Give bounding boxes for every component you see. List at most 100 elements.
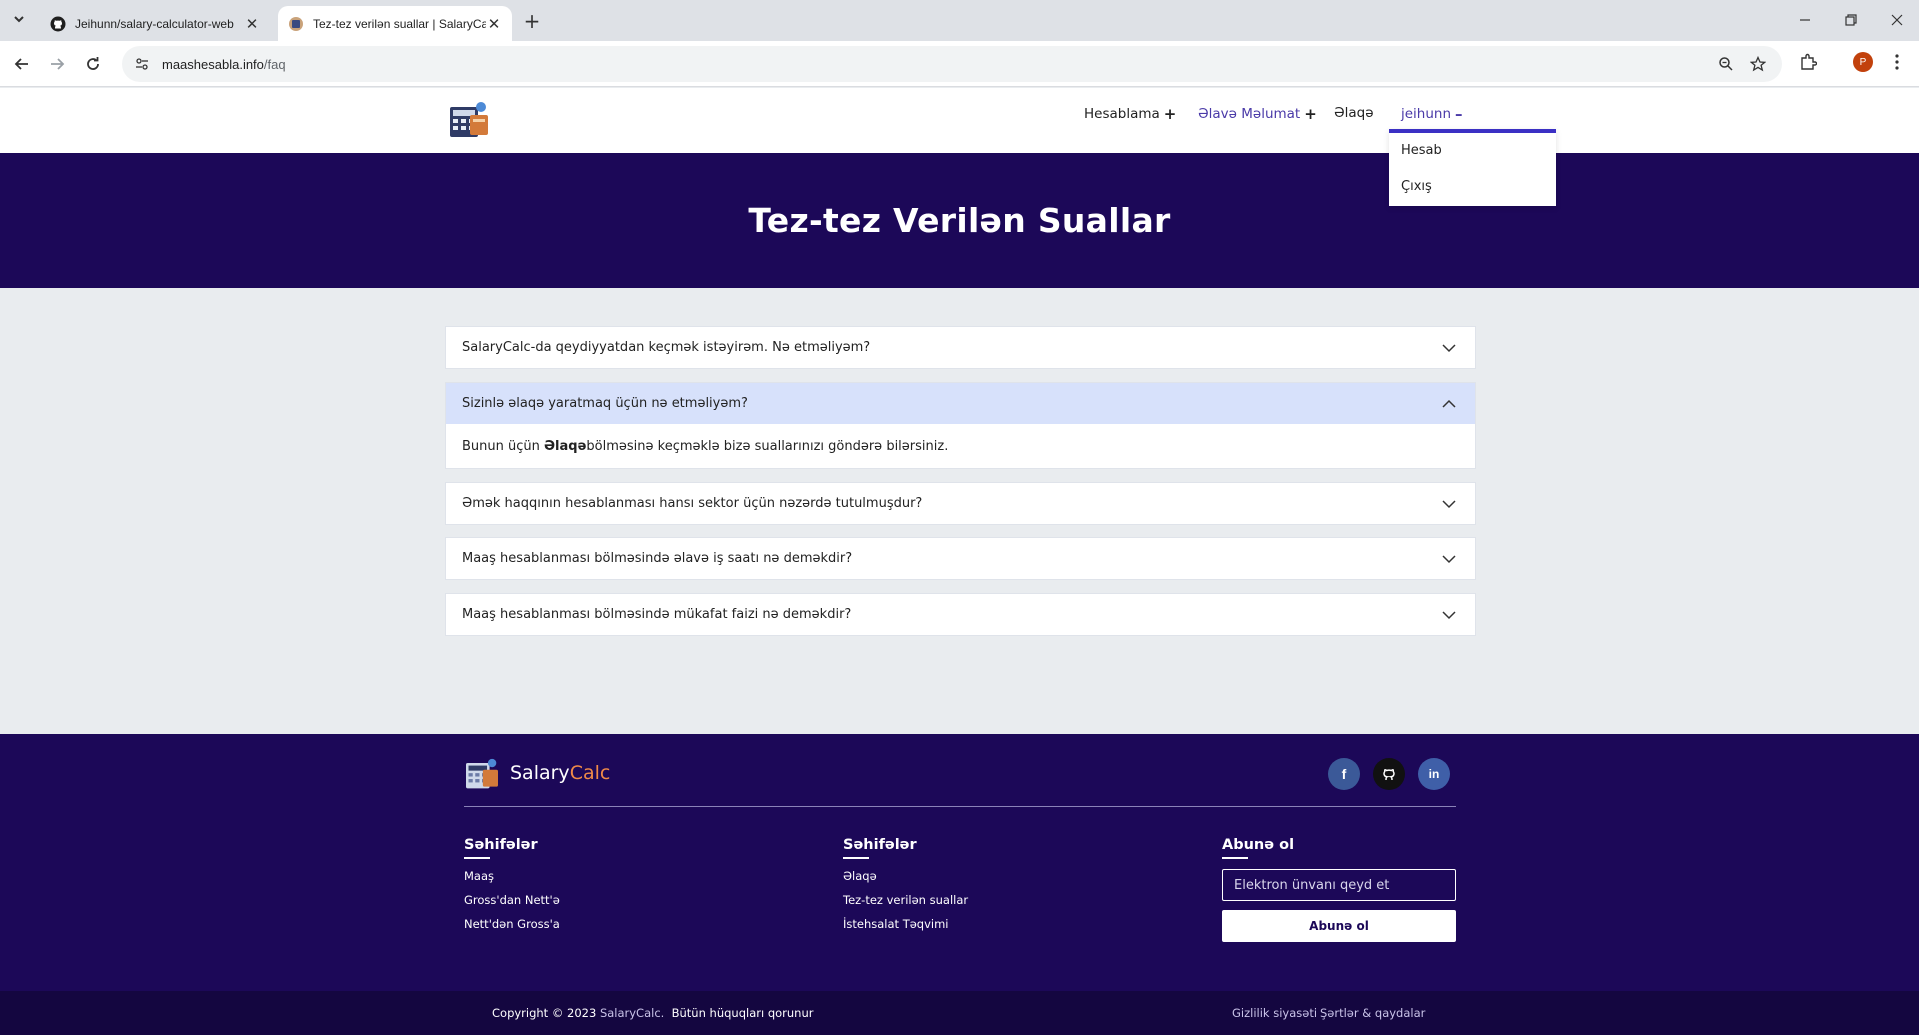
copyright-text: Copyright © 2023 SalaryCalc. Bütün hüquq… [492, 1006, 814, 1020]
browser-menu-icon[interactable] [1885, 50, 1909, 74]
faq-question[interactable]: Maaş hesablanması bölməsində mükafat fai… [446, 594, 1475, 635]
footer-link-nett-gross[interactable]: Nett'dən Gross'a [464, 917, 560, 931]
answer-text: bölməsinə keçməklə bizə suallarınızı gön… [586, 438, 949, 454]
tab-search-button[interactable] [7, 7, 31, 31]
arrow-right-icon [51, 58, 65, 70]
nav-hesablama[interactable]: Hesablama + [1084, 105, 1176, 123]
faq-question-text: SalaryCalc-da qeydiyyatdan keçmək istəyi… [462, 340, 871, 355]
profile-avatar[interactable]: P [1851, 50, 1875, 74]
browser-tab-strip: Jeihunn/salary-calculator-web ✕ Tez-tez … [0, 0, 1919, 41]
footer-divider [464, 806, 1456, 807]
chevron-down-icon [1442, 500, 1456, 509]
page-title: Tez-tez Verilən Suallar [748, 201, 1171, 240]
nav-elaqe[interactable]: Əlaqə [1334, 105, 1374, 121]
back-button[interactable] [8, 50, 36, 78]
chevron-down-icon [1442, 611, 1456, 620]
bookmark-star-icon[interactable] [1748, 54, 1768, 74]
footer-link-gross-nett[interactable]: Gross'dan Nett'ə [464, 893, 560, 907]
hero-banner: Tez-tez Verilən Suallar [0, 153, 1919, 288]
faq-question-text: Əmək haqqının hesablanması hansı sektor … [462, 496, 923, 511]
brand-salary: Salary [510, 762, 570, 784]
site-info-icon[interactable] [132, 54, 152, 74]
new-tab-button[interactable]: + [520, 9, 544, 33]
nav-label: Əlaqə [1334, 105, 1374, 121]
site-header: Hesablama + Əlavə Məlumat + Əlaqə jeihun… [0, 88, 1919, 153]
facebook-icon[interactable]: f [1328, 758, 1360, 790]
footer-link-elaqe[interactable]: Əlaqə [843, 869, 877, 883]
url-host: maashesabla.info [162, 56, 264, 72]
answer-text: Bunun üçün [462, 438, 540, 454]
arrow-left-icon [14, 58, 28, 70]
privacy-link[interactable]: Gizlilik siyasəti [1232, 1006, 1317, 1020]
footer-col1-heading: Səhifələr [464, 837, 538, 859]
extensions-icon[interactable] [1796, 50, 1820, 74]
subscribe-heading: Abunə ol [1222, 837, 1295, 859]
tab-close-icon[interactable]: ✕ [486, 16, 502, 33]
github-icon[interactable] [1373, 758, 1405, 790]
faq-question[interactable]: SalaryCalc-da qeydiyyatdan keçmək istəyi… [446, 327, 1475, 368]
faq-item: Əmək haqqının hesablanması hansı sektor … [445, 482, 1476, 525]
faq-question-text: Maaş hesablanması bölməsində mükafat fai… [462, 607, 852, 622]
profile-initial: P [1853, 52, 1873, 72]
nav-user-menu[interactable]: jeihunn – [1401, 105, 1463, 123]
faq-item: Maaş hesablanması bölməsində əlavə iş sa… [445, 537, 1476, 580]
nav-label: Əlavə Məlumat [1198, 106, 1301, 122]
dropdown-item-account[interactable]: Hesab [1401, 143, 1442, 158]
footer-logo[interactable] [464, 758, 500, 790]
subscribe-email-input[interactable] [1222, 869, 1456, 901]
restore-icon[interactable] [1836, 8, 1866, 32]
minus-icon: – [1455, 105, 1463, 123]
footer-brand: SalaryCalc [510, 762, 610, 784]
reload-icon [87, 57, 99, 70]
terms-link[interactable]: Şərtlər & qaydalar [1320, 1006, 1425, 1020]
faq-question[interactable]: Əmək haqqının hesablanması hansı sektor … [446, 483, 1475, 524]
chevron-up-icon [1442, 399, 1456, 408]
faq-question-text: Maaş hesablanması bölməsində əlavə iş sa… [462, 551, 853, 566]
url-text: maashesabla.info/faq [162, 57, 286, 72]
browser-tab-github[interactable]: Jeihunn/salary-calculator-web ✕ [40, 6, 270, 41]
address-bar[interactable]: maashesabla.info/faq [122, 46, 1782, 82]
chevron-down-icon [1442, 555, 1456, 564]
reload-button[interactable] [79, 50, 107, 78]
faq-question-text: Sizinlə əlaqə yaratmaq üçün nə etməliyəm… [462, 396, 748, 411]
salarycalc-favicon [288, 16, 304, 32]
footer-link-calendar[interactable]: İstehsalat Təqvimi [843, 917, 949, 931]
forward-button[interactable] [43, 50, 71, 78]
footer-link-maas[interactable]: Maaş [464, 869, 494, 883]
faq-question[interactable]: Sizinlə əlaqə yaratmaq üçün nə etməliyəm… [446, 383, 1475, 424]
brand-calc: Calc [569, 762, 611, 784]
dropdown-item-logout[interactable]: Çıxış [1401, 179, 1432, 194]
close-window-icon[interactable] [1882, 8, 1912, 32]
nav-elave-melumat[interactable]: Əlavə Məlumat + [1198, 105, 1317, 123]
answer-contact-link: Əlaqə [544, 438, 587, 454]
user-dropdown-menu: Hesab Çıxış [1389, 129, 1556, 206]
salarycalc-logo[interactable] [448, 101, 490, 139]
browser-toolbar: maashesabla.info/faq P [0, 41, 1919, 87]
url-path: /faq [263, 56, 286, 72]
tab-title: Jeihunn/salary-calculator-web [75, 16, 234, 31]
nav-label: Hesablama [1084, 106, 1160, 122]
chevron-down-icon [14, 16, 24, 23]
footer-col2-heading: Səhifələr [843, 837, 917, 859]
footer-link-faq[interactable]: Tez-tez verilən suallar [843, 893, 968, 907]
copyright-year: Copyright © 2023 [492, 1006, 597, 1020]
subscribe-button[interactable]: Abunə ol [1222, 910, 1456, 942]
plus-icon: + [1163, 105, 1177, 123]
browser-tab-faq[interactable]: Tez-tez verilən suallar | SalaryCalc ✕ [278, 6, 512, 41]
footer-bottom-bar: Copyright © 2023 SalaryCalc. Bütün hüquq… [0, 991, 1919, 1035]
github-icon [50, 16, 66, 32]
chevron-down-icon [1442, 344, 1456, 353]
faq-item-expanded: Sizinlə əlaqə yaratmaq üçün nə etməliyəm… [445, 382, 1476, 469]
zoom-icon[interactable] [1716, 54, 1736, 74]
nav-label: jeihunn [1401, 106, 1452, 122]
plus-icon: + [1304, 105, 1317, 123]
tab-title: Tez-tez verilən suallar | SalaryCalc [313, 16, 486, 31]
copyright-rights: Bütün hüquqları qorunur [671, 1006, 814, 1020]
faq-answer: Bunun üçün Əlaqə bölməsinə keçməklə bizə… [446, 424, 1475, 468]
site-footer: SalaryCalc f in Səhifələr Maaş Gross'dan… [0, 734, 1919, 991]
minimize-icon[interactable] [1790, 8, 1820, 32]
faq-question[interactable]: Maaş hesablanması bölməsində əlavə iş sa… [446, 538, 1475, 579]
faq-item: Maaş hesablanması bölməsində mükafat fai… [445, 593, 1476, 636]
tab-close-icon[interactable]: ✕ [244, 16, 260, 33]
linkedin-icon[interactable]: in [1418, 758, 1450, 790]
